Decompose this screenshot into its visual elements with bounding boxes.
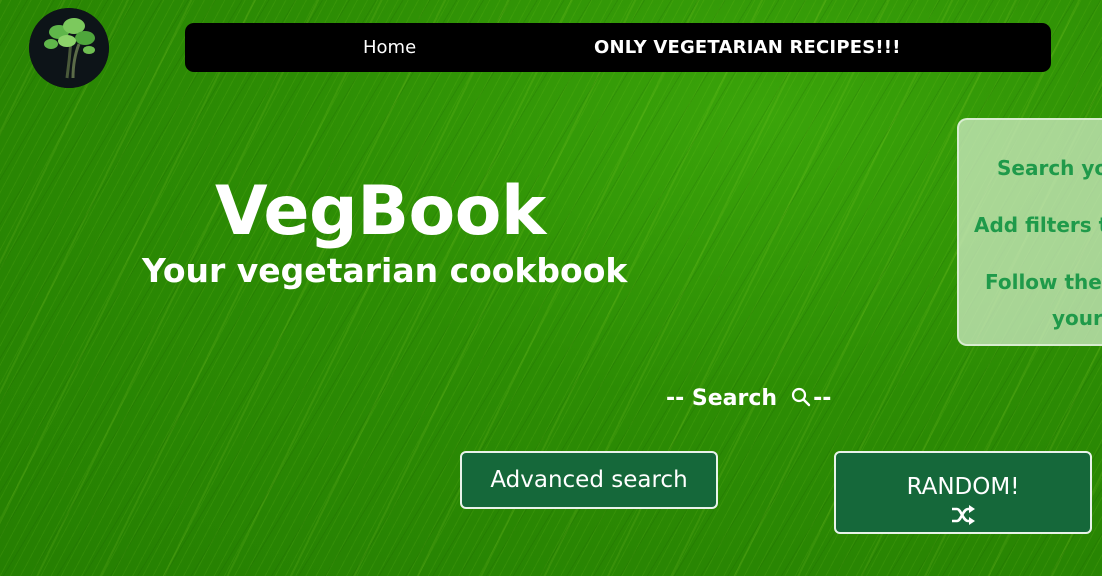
logo[interactable]: [29, 8, 109, 88]
search-icon: [791, 387, 811, 407]
page-subtitle: Your vegetarian cookbook: [142, 251, 628, 290]
parsley-icon: [29, 8, 109, 88]
page-title: VegBook: [215, 172, 546, 251]
search-link[interactable]: -- Search --: [666, 382, 831, 416]
info-line: Search you: [997, 156, 1102, 180]
shuffle-icon: [950, 503, 976, 527]
random-recipe-button[interactable]: RANDOM!: [834, 451, 1092, 534]
search-prefix: -- Search: [666, 386, 778, 411]
info-line: your: [1052, 306, 1102, 330]
nav-home-link[interactable]: Home: [363, 23, 416, 72]
info-line: Add filters to: [974, 213, 1102, 237]
navbar: Home ONLY VEGETARIAN RECIPES!!!: [185, 23, 1051, 72]
info-line: Follow the: [985, 270, 1102, 294]
nav-slogan: ONLY VEGETARIAN RECIPES!!!: [594, 37, 901, 58]
search-suffix: --: [813, 386, 832, 411]
advanced-search-button[interactable]: Advanced search: [460, 451, 718, 509]
info-panel: Search you Add filters to Follow the you…: [957, 118, 1102, 346]
random-button-label: RANDOM!: [906, 473, 1020, 500]
